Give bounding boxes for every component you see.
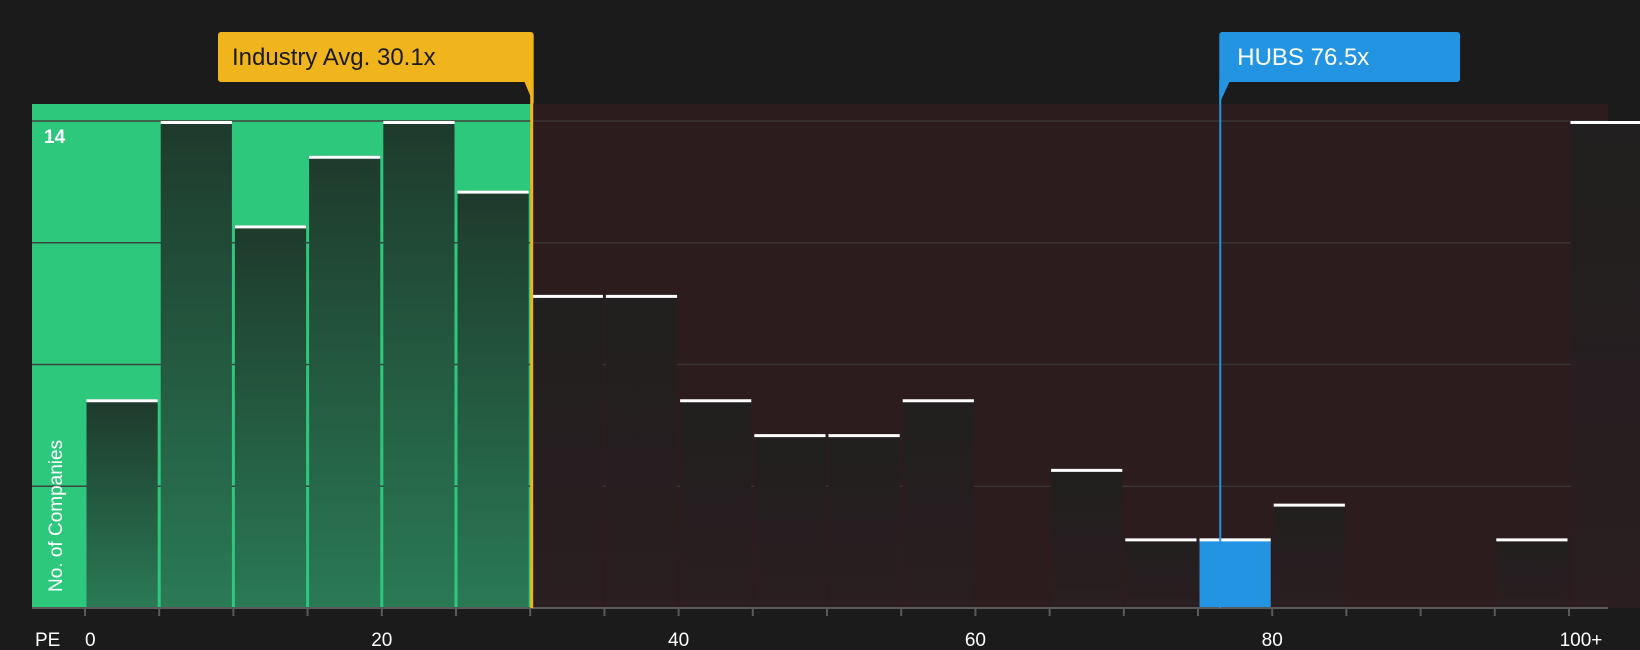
histogram-bar — [1496, 538, 1568, 608]
x-tick-label: 20 — [371, 630, 392, 650]
histogram-bar — [86, 399, 158, 608]
histogram-bar — [1051, 468, 1123, 608]
company-bar — [1199, 538, 1271, 608]
histogram-bar — [680, 399, 752, 608]
histogram-bar — [605, 294, 678, 608]
histogram-bar — [902, 399, 974, 608]
pe-distribution-chart: 0 20 40 60 80 100+ PE 14 No. of Companies Industr… — [0, 0, 1640, 650]
histogram-bar — [1125, 538, 1197, 608]
x-tick-label: 80 — [1262, 630, 1283, 650]
company-label: HUBS 76.5x — [1237, 44, 1369, 71]
histogram-bar — [234, 225, 307, 608]
histogram-bar — [754, 434, 826, 608]
histogram-bar — [828, 434, 900, 608]
x-tick-label: 40 — [668, 630, 689, 650]
x-tick-label: 100+ — [1560, 630, 1603, 650]
histogram-bar — [160, 121, 232, 608]
chart-svg: 0 20 40 60 80 100+ PE 14 No. of Companies Industr… — [32, 32, 1640, 650]
histogram-bar — [1273, 503, 1345, 608]
y-axis-label: No. of Companies — [46, 440, 67, 592]
histogram-bar — [531, 294, 603, 608]
histogram-bar — [1570, 121, 1640, 608]
x-tick-label: 60 — [965, 630, 986, 650]
x-tick-label: 0 — [85, 630, 96, 650]
x-axis-label: PE — [35, 630, 60, 650]
y-tick-label: 14 — [44, 127, 66, 148]
histogram-bar — [457, 190, 529, 609]
histogram-bar — [309, 155, 381, 609]
industry-avg-label: Industry Avg. 30.1x — [232, 44, 436, 71]
histogram-bar — [383, 121, 455, 608]
